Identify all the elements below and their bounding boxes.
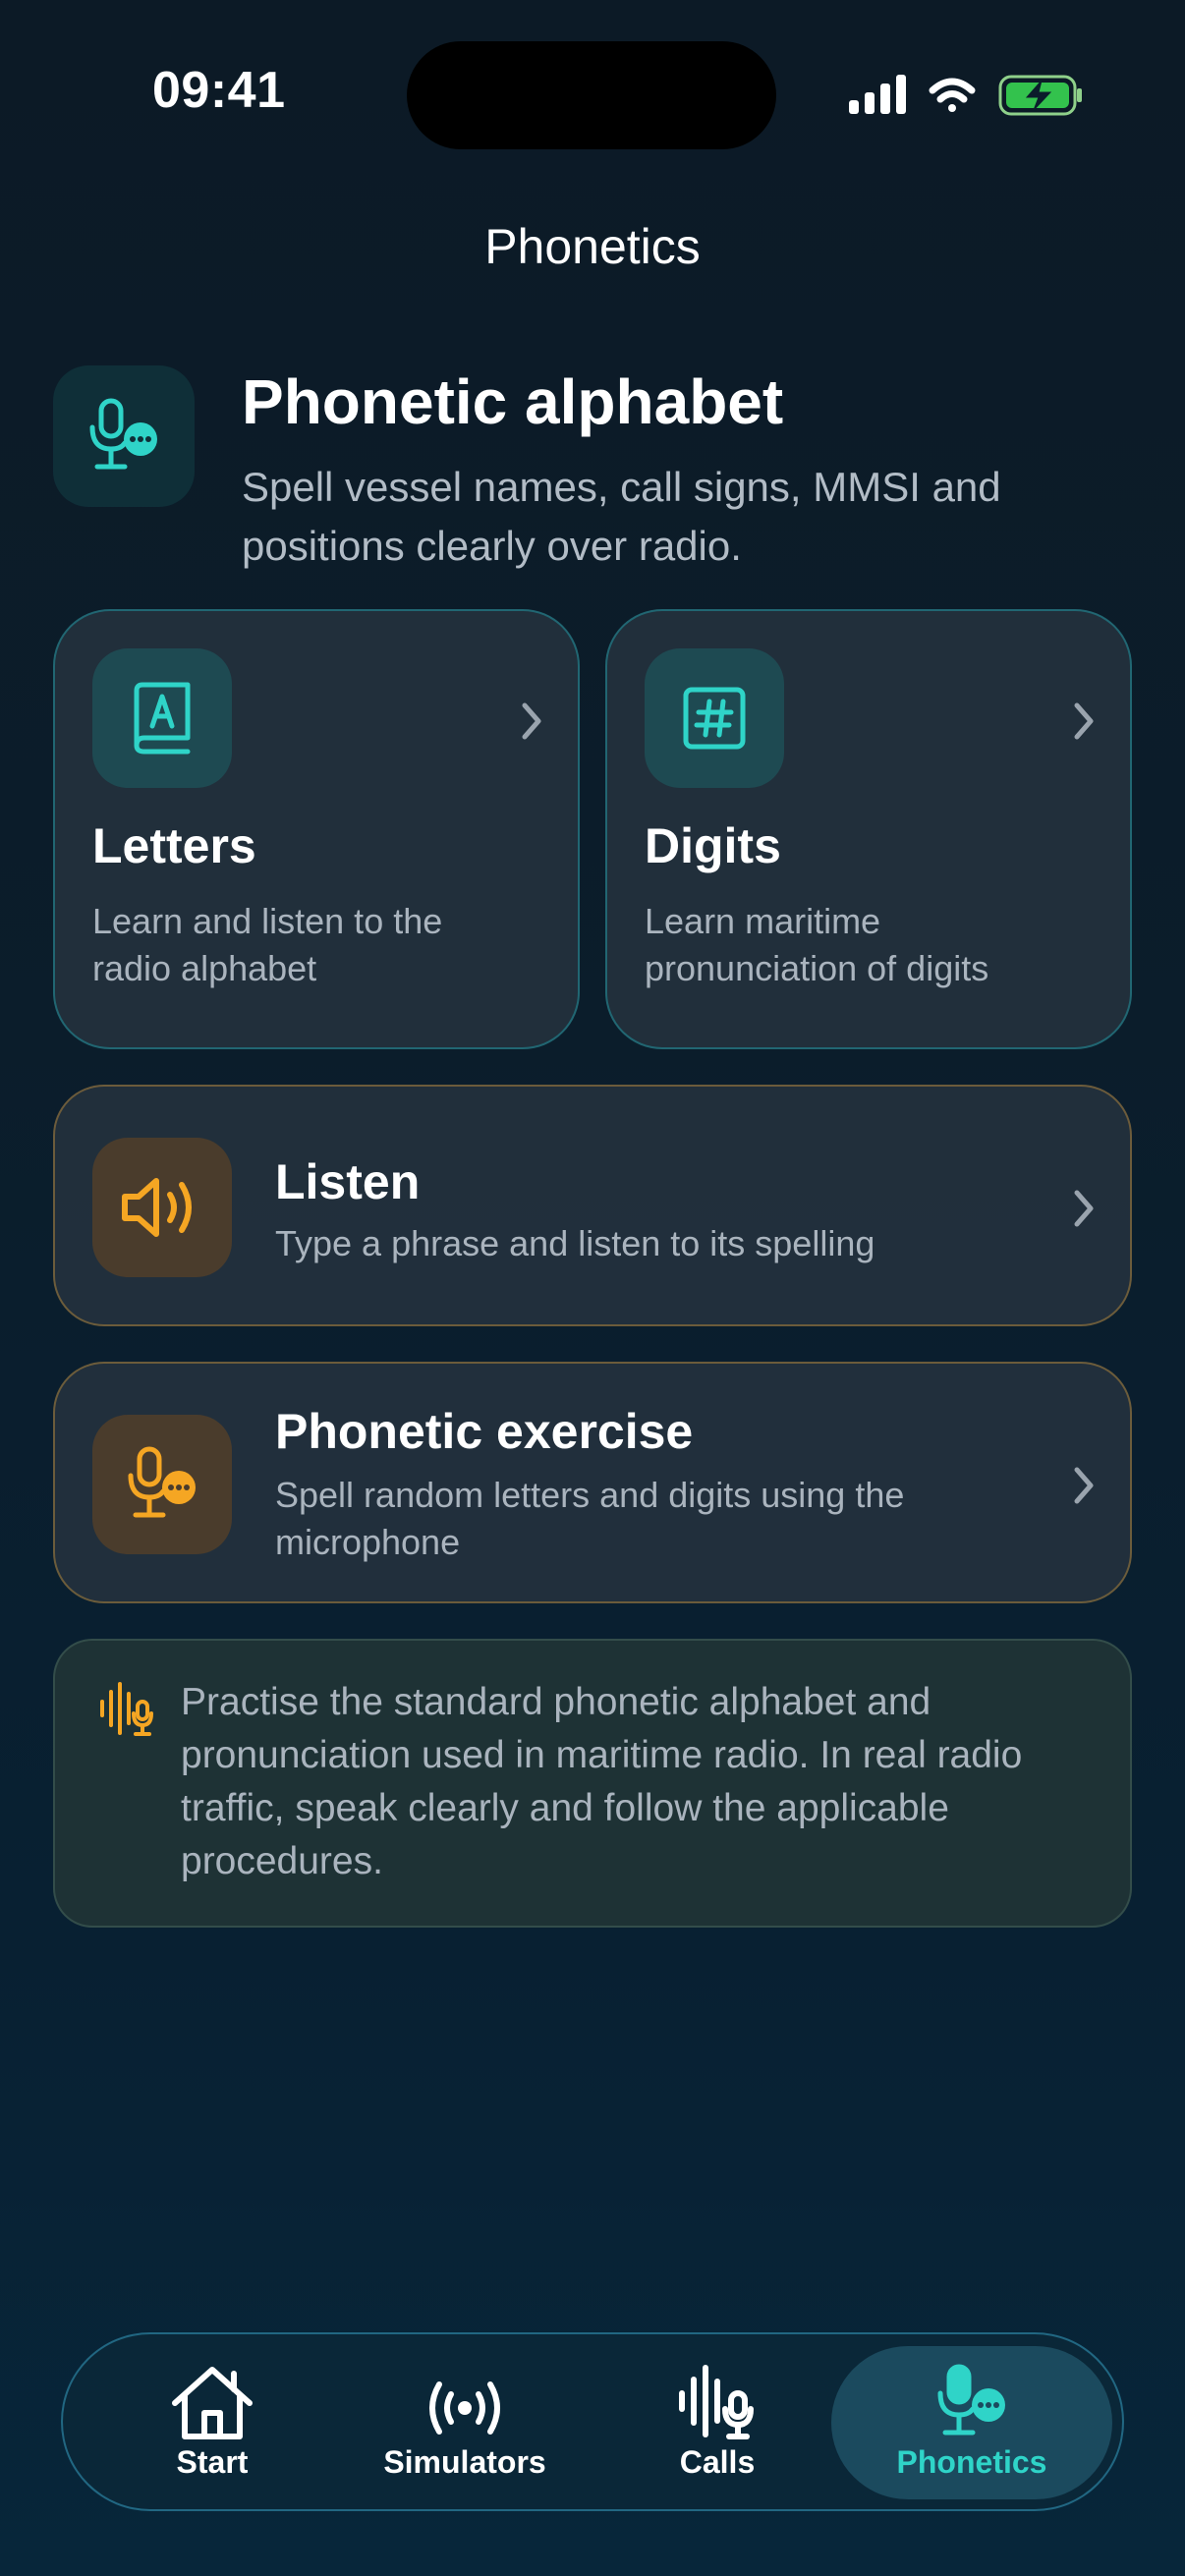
chevron-right-icon [1074, 702, 1094, 740]
tab-calls-label: Calls [679, 2444, 756, 2480]
tab-simulators[interactable]: Simulators [347, 2358, 583, 2495]
broadcast-icon [429, 2381, 500, 2435]
microphone-chat-icon [89, 398, 157, 470]
hero-icon-tile [53, 365, 195, 507]
wifi-icon [929, 78, 976, 112]
speaker-icon [122, 1178, 192, 1237]
tab-simulators-label: Simulators [383, 2444, 546, 2480]
exercise-title: Phonetic exercise [275, 1404, 694, 1459]
digits-card[interactable]: Digits Learn maritime pronunciation of d… [605, 609, 1132, 1049]
chevron-right-icon [522, 702, 541, 740]
tab-start[interactable]: Start [94, 2358, 330, 2495]
house-icon [172, 2367, 253, 2439]
tab-calls[interactable]: Calls [599, 2358, 835, 2495]
info-text: Practise the standard phonetic alphabet … [181, 1681, 1023, 1882]
letters-description: Learn and listen to the radio alphabet [92, 901, 443, 988]
microphone-chat-icon [128, 1446, 196, 1518]
dynamic-island [407, 41, 776, 149]
tab-start-label: Start [176, 2444, 249, 2480]
waveform-mic-icon [679, 2365, 754, 2439]
battery-icon [998, 75, 1082, 116]
chevron-right-icon [1074, 1190, 1094, 1227]
status-time: 09:41 [152, 62, 286, 119]
tab-phonetics[interactable]: Phonetics [854, 2358, 1090, 2495]
signal-icon [849, 75, 906, 114]
page-title: Phonetics [484, 219, 701, 274]
listen-icon-tile [92, 1138, 232, 1277]
exercise-description: Spell random letters and digits using th… [275, 1475, 905, 1562]
hero-subtitle: Spell vessel names, call signs, MMSI and… [242, 464, 1001, 569]
alphabet-book-icon [134, 682, 191, 755]
listen-description: Type a phrase and listen to its spelling [275, 1223, 875, 1263]
microphone-chat-icon [937, 2364, 1005, 2436]
digits-description: Learn maritime pronunciation of digits [645, 901, 989, 988]
exercise-icon-tile [92, 1415, 232, 1554]
letters-title: Letters [92, 818, 256, 873]
chevron-right-icon [1074, 1467, 1094, 1504]
digits-icon-tile [645, 648, 784, 788]
listen-title: Listen [275, 1154, 421, 1209]
status-icons [847, 71, 1083, 120]
digits-title: Digits [645, 818, 781, 873]
listen-card[interactable]: Listen Type a phrase and listen to its s… [53, 1085, 1132, 1326]
tab-phonetics-label: Phonetics [896, 2444, 1047, 2480]
letters-icon-tile [92, 648, 232, 788]
exercise-card[interactable]: Phonetic exercise Spell random letters a… [53, 1362, 1132, 1603]
waveform-mic-icon [100, 1682, 153, 1736]
hero-title: Phonetic alphabet [242, 366, 784, 437]
letters-card[interactable]: Letters Learn and listen to the radio al… [53, 609, 580, 1049]
hash-icon [683, 687, 746, 750]
